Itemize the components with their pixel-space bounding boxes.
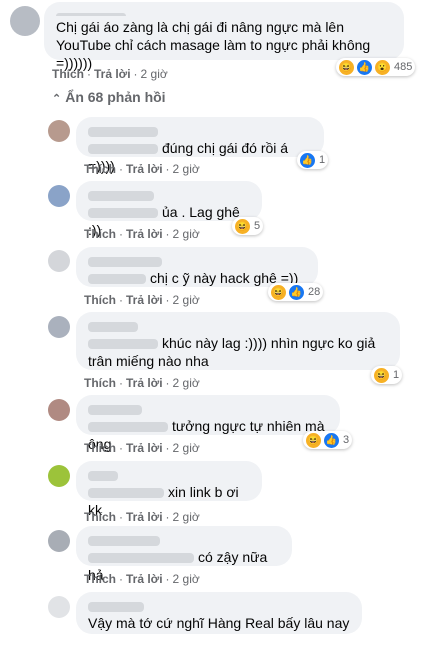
haha-icon: 😆 (373, 366, 390, 384)
timestamp[interactable]: 2 giờ (173, 572, 200, 586)
reaction-summary[interactable]: 👍 1 (297, 151, 329, 169)
timestamp[interactable]: 2 giờ (173, 162, 200, 176)
reply-author[interactable] (88, 124, 312, 139)
like-action[interactable]: Thích (84, 293, 116, 307)
reply-bubble: chị c ỹ này hack ghê =)) (76, 247, 318, 287)
reply-action[interactable]: Trả lời (94, 67, 131, 81)
reply-action[interactable]: Trả lời (126, 572, 163, 586)
haha-icon: 😆 (338, 58, 355, 76)
reply-actions: Thích · Trả lời · 2 giờ (84, 441, 200, 455)
like-action[interactable]: Thích (52, 67, 84, 81)
reply-actions: Thích · Trả lời · 2 giờ (84, 510, 200, 524)
reply-author[interactable] (88, 599, 350, 614)
haha-icon: 😆 (234, 217, 251, 235)
reply-actions: Thích · Trả lời · 2 giờ (84, 572, 200, 586)
reply-bubble: xin link b ơi kk (76, 461, 262, 518)
reply-author[interactable] (88, 319, 388, 334)
reaction-count: 1 (393, 369, 400, 381)
reaction-summary[interactable]: 😆 👍 😮 485 (336, 58, 416, 76)
avatar[interactable] (48, 250, 70, 272)
reply-bubble: khúc này lag :)))) nhìn ngực ko giả trân… (76, 312, 400, 370)
reaction-summary[interactable]: 😆 1 (371, 366, 403, 384)
reply-text: khúc này lag :)))) nhìn ngực ko giả trân… (88, 335, 376, 369)
reaction-summary[interactable]: 😆 👍 3 (303, 431, 353, 449)
reply-action[interactable]: Trả lời (126, 441, 163, 455)
reply-actions: Thích · Trả lời · 2 giờ (84, 293, 200, 307)
avatar[interactable] (48, 399, 70, 421)
like-action[interactable]: Thích (84, 441, 116, 455)
reply-author[interactable] (88, 188, 250, 203)
avatar[interactable] (48, 316, 70, 338)
avatar[interactable] (48, 185, 70, 207)
reaction-count: 485 (394, 61, 413, 73)
reply-author[interactable] (88, 402, 328, 417)
reply-bubble: Vậy mà tớ cứ nghĩ Hàng Real bấy lâu nay (76, 592, 362, 634)
avatar[interactable] (48, 120, 70, 142)
reply-action[interactable]: Trả lời (126, 227, 163, 241)
reply-actions: Thích · Trả lời · 2 giờ (84, 227, 200, 241)
reply-action[interactable]: Trả lời (126, 376, 163, 390)
wow-icon: 😮 (374, 58, 391, 76)
timestamp[interactable]: 2 giờ (173, 441, 200, 455)
like-action[interactable]: Thích (84, 572, 116, 586)
reply-bubble: có zậy nữa hả (76, 526, 292, 583)
like-icon: 👍 (356, 58, 373, 76)
reply-bubble: ủa . Lag ghê :)) (76, 181, 262, 238)
avatar[interactable] (48, 596, 70, 618)
haha-icon: 😆 (305, 431, 322, 449)
reply-text: Vậy mà tớ cứ nghĩ Hàng Real bấy lâu nay (88, 615, 350, 631)
chevron-up-icon: ⌃ (52, 93, 62, 105)
like-icon: 👍 (299, 151, 316, 169)
hide-replies-label: Ẩn 68 phản hồi (65, 89, 166, 105)
reply-author[interactable] (88, 533, 280, 548)
like-action[interactable]: Thích (84, 227, 116, 241)
timestamp[interactable]: 2 giờ (173, 510, 200, 524)
reaction-count: 28 (308, 286, 321, 298)
like-icon: 👍 (288, 283, 305, 301)
avatar[interactable] (48, 530, 70, 552)
haha-icon: 😆 (270, 283, 287, 301)
like-action[interactable]: Thích (84, 162, 116, 176)
reply-actions: Thích · Trả lời · 2 giờ (84, 162, 200, 176)
reaction-summary[interactable]: 😆 5 (232, 217, 264, 235)
reply-bubble: tưởng ngực tự nhiên mà ông (76, 395, 340, 452)
comment-actions: Thích · Trả lời · 2 giờ (52, 67, 168, 81)
comment-author[interactable] (56, 8, 392, 16)
reaction-count: 3 (343, 434, 350, 446)
reply-action[interactable]: Trả lời (126, 162, 163, 176)
timestamp[interactable]: 2 giờ (173, 227, 200, 241)
avatar[interactable] (48, 465, 70, 487)
reaction-count: 5 (254, 220, 261, 232)
reaction-count: 1 (319, 154, 326, 166)
like-action[interactable]: Thích (84, 376, 116, 390)
reply-bubble: đúng chị gái đó rồi á =)))) (76, 117, 324, 174)
like-icon: 👍 (323, 431, 340, 449)
reply-author[interactable] (88, 468, 250, 483)
hide-replies-toggle[interactable]: ⌃ Ẩn 68 phản hồi (52, 89, 166, 105)
reply-action[interactable]: Trả lời (126, 293, 163, 307)
timestamp[interactable]: 2 giờ (173, 293, 200, 307)
reply-actions: Thích · Trả lời · 2 giờ (84, 376, 200, 390)
reaction-summary[interactable]: 😆 👍 28 (268, 283, 324, 301)
timestamp[interactable]: 2 giờ (173, 376, 200, 390)
reply-action[interactable]: Trả lời (126, 510, 163, 524)
timestamp[interactable]: 2 giờ (141, 67, 168, 81)
comment-bubble: Chị gái áo zàng là chị gái đi nâng ngực … (44, 2, 404, 71)
avatar[interactable] (10, 6, 40, 36)
like-action[interactable]: Thích (84, 510, 116, 524)
reply-author[interactable] (88, 254, 306, 269)
